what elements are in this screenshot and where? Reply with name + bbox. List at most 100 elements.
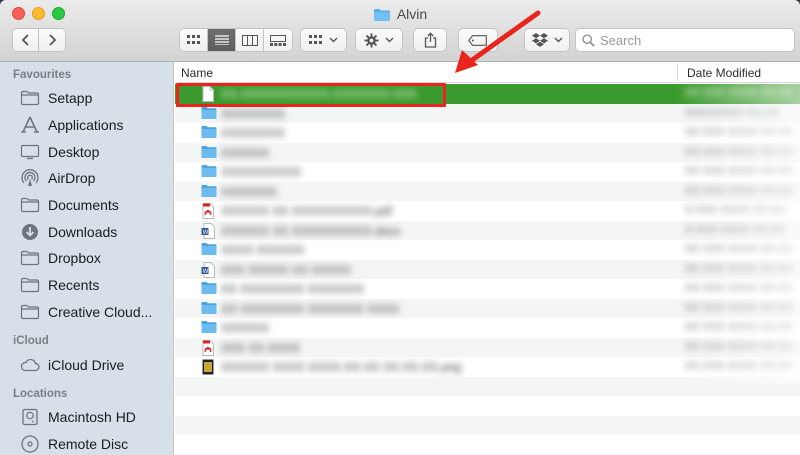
- file-date-modified: XX XXX XXXX XX:XX: [685, 165, 793, 177]
- file-name: XXXXXXXXXX: [221, 165, 302, 179]
- applications-icon: [21, 116, 39, 133]
- column-view-button[interactable]: [236, 29, 264, 51]
- search-field[interactable]: [575, 28, 795, 52]
- file-date-modified: XX XXX XXXX XX:XX: [685, 321, 793, 333]
- sidebar-item-macintosh-hd[interactable]: Macintosh HD: [0, 404, 173, 431]
- window-title: Alvin: [0, 4, 800, 27]
- table-row[interactable]: XXXXXX XXXX XXXX-XX-XX XX.XX.XX.png XX XX…: [175, 357, 800, 377]
- folder-icon: [20, 91, 40, 106]
- list-icon: [214, 35, 229, 45]
- folder-icon: [201, 281, 217, 300]
- folder-icon: [201, 320, 217, 339]
- column-name-header[interactable]: Name: [181, 66, 213, 80]
- sidebar-item-label: Documents: [48, 197, 119, 214]
- view-mode-control: [179, 28, 293, 52]
- file-name: XXXXXX: [221, 145, 270, 160]
- table-row[interactable]: XX XXXXXXXX XXXXXXX XXXX XX XXX XXXX XX:X…: [175, 298, 800, 318]
- file-rows: XX-XXXXXXXXXXX-XXXXXXX-XXX XX XXX XXXX XX…: [175, 84, 800, 435]
- sidebar-item-label: Remote Disc: [48, 435, 129, 452]
- highlight-box: [176, 83, 446, 107]
- list-view-button[interactable]: [208, 29, 236, 51]
- sidebar-item-desktop[interactable]: Desktop: [0, 138, 173, 165]
- icon-view-button[interactable]: [180, 29, 208, 51]
- search-input[interactable]: [600, 32, 780, 48]
- file-date-modified: X XXX XXXX XX:XX: [685, 223, 786, 236]
- sidebar-section-locations: Locations: [13, 387, 68, 400]
- folder-icon: [201, 106, 217, 125]
- gear-icon: [364, 32, 379, 48]
- table-row[interactable]: XXXX XXXXXX XX XXX XXXX XX:XX: [175, 240, 800, 260]
- sidebar-item-dropbox[interactable]: Dropbox: [0, 245, 173, 272]
- table-row[interactable]: XXXXXX XX XXX XXXX XX:XX: [175, 318, 800, 338]
- toolbar: Alvin: [0, 0, 800, 62]
- sidebar-section-icloud: iCloud: [13, 335, 49, 348]
- arrow-annotation: [455, 10, 541, 73]
- file-list: Name Date Modified XX-XXXXXXXXXXX-XXXXXX…: [175, 62, 800, 455]
- folder-icon: [201, 242, 217, 261]
- empty-row: [175, 376, 800, 396]
- table-row[interactable]: XXXXXXX XX XXX XXXX XX:XX: [175, 181, 800, 203]
- table-row[interactable]: XXXXXX XX XXX XXXX XX:XX: [175, 142, 800, 164]
- sidebar-item-label: Dropbox: [48, 250, 101, 267]
- file-date-modified: XX XXX XXXX XX:XX: [685, 262, 793, 275]
- folder-icon: [201, 145, 217, 164]
- file-date-modified: XX XXX XXXX XX:XX: [685, 126, 793, 138]
- file-name: XXXXXXX: [221, 184, 278, 199]
- forward-button[interactable]: [39, 29, 65, 51]
- chevron-down-icon: [329, 37, 338, 43]
- empty-row: [175, 396, 800, 416]
- file-name: XX XXXXXXXX XXXXXXX XXXX: [221, 301, 400, 316]
- file-date-modified: XX XXX XXXX XX:XX: [685, 301, 793, 314]
- svg-text:W: W: [203, 230, 209, 236]
- file-name: XXXXXXXX: [221, 126, 286, 140]
- sidebar-item-label: Applications: [48, 117, 124, 134]
- documents-icon: [20, 197, 40, 213]
- cloud-icon: [20, 358, 40, 371]
- sidebar-item-label: AirDrop: [48, 170, 96, 187]
- file-date-modified: XX XXX XXXX XX:XX: [685, 145, 793, 158]
- sidebar-item-downloads[interactable]: Downloads: [0, 218, 173, 245]
- file-name: XXX XXXXX XX XXXXX: [221, 262, 352, 277]
- file-date-modified: X XXX XXXX XX:XX: [685, 204, 786, 216]
- column-date-header[interactable]: Date Modified: [687, 66, 761, 80]
- sidebar-item-label: Downloads: [48, 223, 118, 240]
- table-row[interactable]: XX XXXXXXXX XXXXXXX XX XXX XXXX XX:XX: [175, 279, 800, 299]
- sidebar-item-setapp[interactable]: Setapp: [0, 85, 173, 112]
- sidebar-item-label: iCloud Drive: [48, 356, 125, 373]
- column-divider[interactable]: [677, 64, 678, 81]
- table-row[interactable]: XXX XX XXXX XX XXX XXXX XX:XX: [175, 337, 800, 357]
- sidebar-item-label: Setapp: [48, 90, 93, 107]
- file-date-modified: XX XXX XXXX XX:XX: [685, 340, 793, 353]
- hard-drive-icon: [22, 409, 38, 426]
- desktop-icon: [20, 144, 40, 159]
- table-row[interactable]: XXXXXXXX XX XXX XXXX XX:XX: [175, 123, 800, 143]
- table-row[interactable]: XXXXXXXXXX XX XXX XXXX XX:XX: [175, 162, 800, 182]
- file-name: XXXXXXXX: [221, 106, 286, 121]
- share-icon: [424, 32, 436, 48]
- search-icon: [582, 33, 595, 47]
- back-button[interactable]: [13, 29, 39, 51]
- sidebar-item-creative-cloud[interactable]: Creative Cloud...: [0, 299, 173, 326]
- table-row[interactable]: W XXXXXX XX XXXXXXXXXX.docx X XXX XXXX XX:…: [175, 220, 800, 240]
- airdrop-icon: [21, 169, 39, 187]
- table-row[interactable]: W XXX XXXXX XX XXXXX XX XXX XXXX XX:XX: [175, 259, 800, 279]
- sidebar-item-documents[interactable]: Documents: [0, 192, 173, 219]
- grid-icon: [309, 35, 322, 44]
- sidebar-item-remote-disc[interactable]: Remote Disc: [0, 431, 173, 455]
- sidebar-item-airdrop[interactable]: AirDrop: [0, 165, 173, 192]
- finder-window: Alvin Search Favourites Setapp Applicati…: [0, 0, 800, 455]
- group-by-button[interactable]: [300, 28, 347, 52]
- sidebar-item-icloud-drive[interactable]: iCloud Drive: [0, 351, 173, 378]
- folder-icon: [201, 184, 217, 203]
- sidebar-item-applications[interactable]: Applications: [0, 112, 173, 139]
- gallery-view-button[interactable]: [264, 29, 292, 51]
- table-row[interactable]: XXXXXX XX XXXXXXXXXX.pdf X XXX XXXX XX:XX: [175, 201, 800, 221]
- downloads-icon: [22, 223, 38, 240]
- chevron-left-icon: [21, 34, 29, 46]
- empty-row: [175, 415, 800, 435]
- file-date-modified: XX XXX XXXX XX:XX: [685, 243, 793, 255]
- folder-icon: [201, 164, 217, 183]
- action-button[interactable]: [355, 28, 403, 52]
- sidebar-item-recents[interactable]: Recents: [0, 272, 173, 299]
- file-date-modified: XX XXX XXXX XX:XX: [685, 87, 793, 99]
